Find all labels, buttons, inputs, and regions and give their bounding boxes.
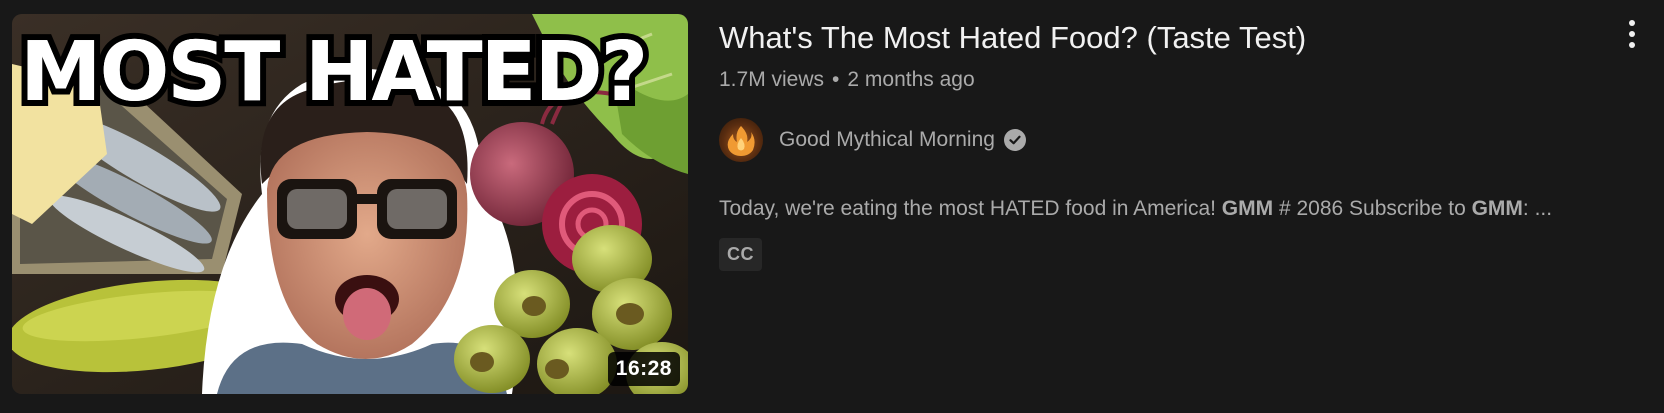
channel-name[interactable]: Good Mythical Morning xyxy=(779,128,995,152)
publish-date: 2 months ago xyxy=(847,68,975,91)
description-bold-1: GMM xyxy=(1221,197,1274,220)
menu-dot xyxy=(1629,31,1635,37)
video-result: MOST HATED? MOST HATED? 16:28 What's The… xyxy=(0,0,1664,413)
description-text-2: # 2086 Subscribe to xyxy=(1273,197,1472,220)
video-description: Today, we're eating the most HATED food … xyxy=(719,194,1594,224)
description-text-3: : ... xyxy=(1522,197,1553,220)
duration-badge: 16:28 xyxy=(607,352,680,386)
video-info: What's The Most Hated Food? (Taste Test)… xyxy=(719,18,1594,271)
checkmark-icon xyxy=(1003,129,1026,151)
channel-row: Good Mythical Morning xyxy=(719,116,1594,164)
description-bold-2: GMM xyxy=(1471,197,1523,220)
video-thumbnail[interactable]: MOST HATED? MOST HATED? 16:28 xyxy=(12,14,688,394)
description-text-1: Today, we're eating the most HATED food … xyxy=(719,197,1222,220)
view-count: 1.7M views xyxy=(719,68,825,91)
video-metadata: 1.7M views • 2 months ago xyxy=(719,66,1594,94)
flame-logo-icon xyxy=(727,126,755,156)
channel-avatar[interactable] xyxy=(719,118,763,162)
menu-dot xyxy=(1629,42,1635,48)
thumbnail-headline: MOST HATED? xyxy=(20,25,648,120)
video-title[interactable]: What's The Most Hated Food? (Taste Test) xyxy=(719,18,1594,58)
more-vertical-icon[interactable] xyxy=(1620,16,1644,52)
menu-dot xyxy=(1629,20,1635,26)
meta-separator: • xyxy=(832,68,840,91)
cc-badge: CC xyxy=(719,238,762,271)
